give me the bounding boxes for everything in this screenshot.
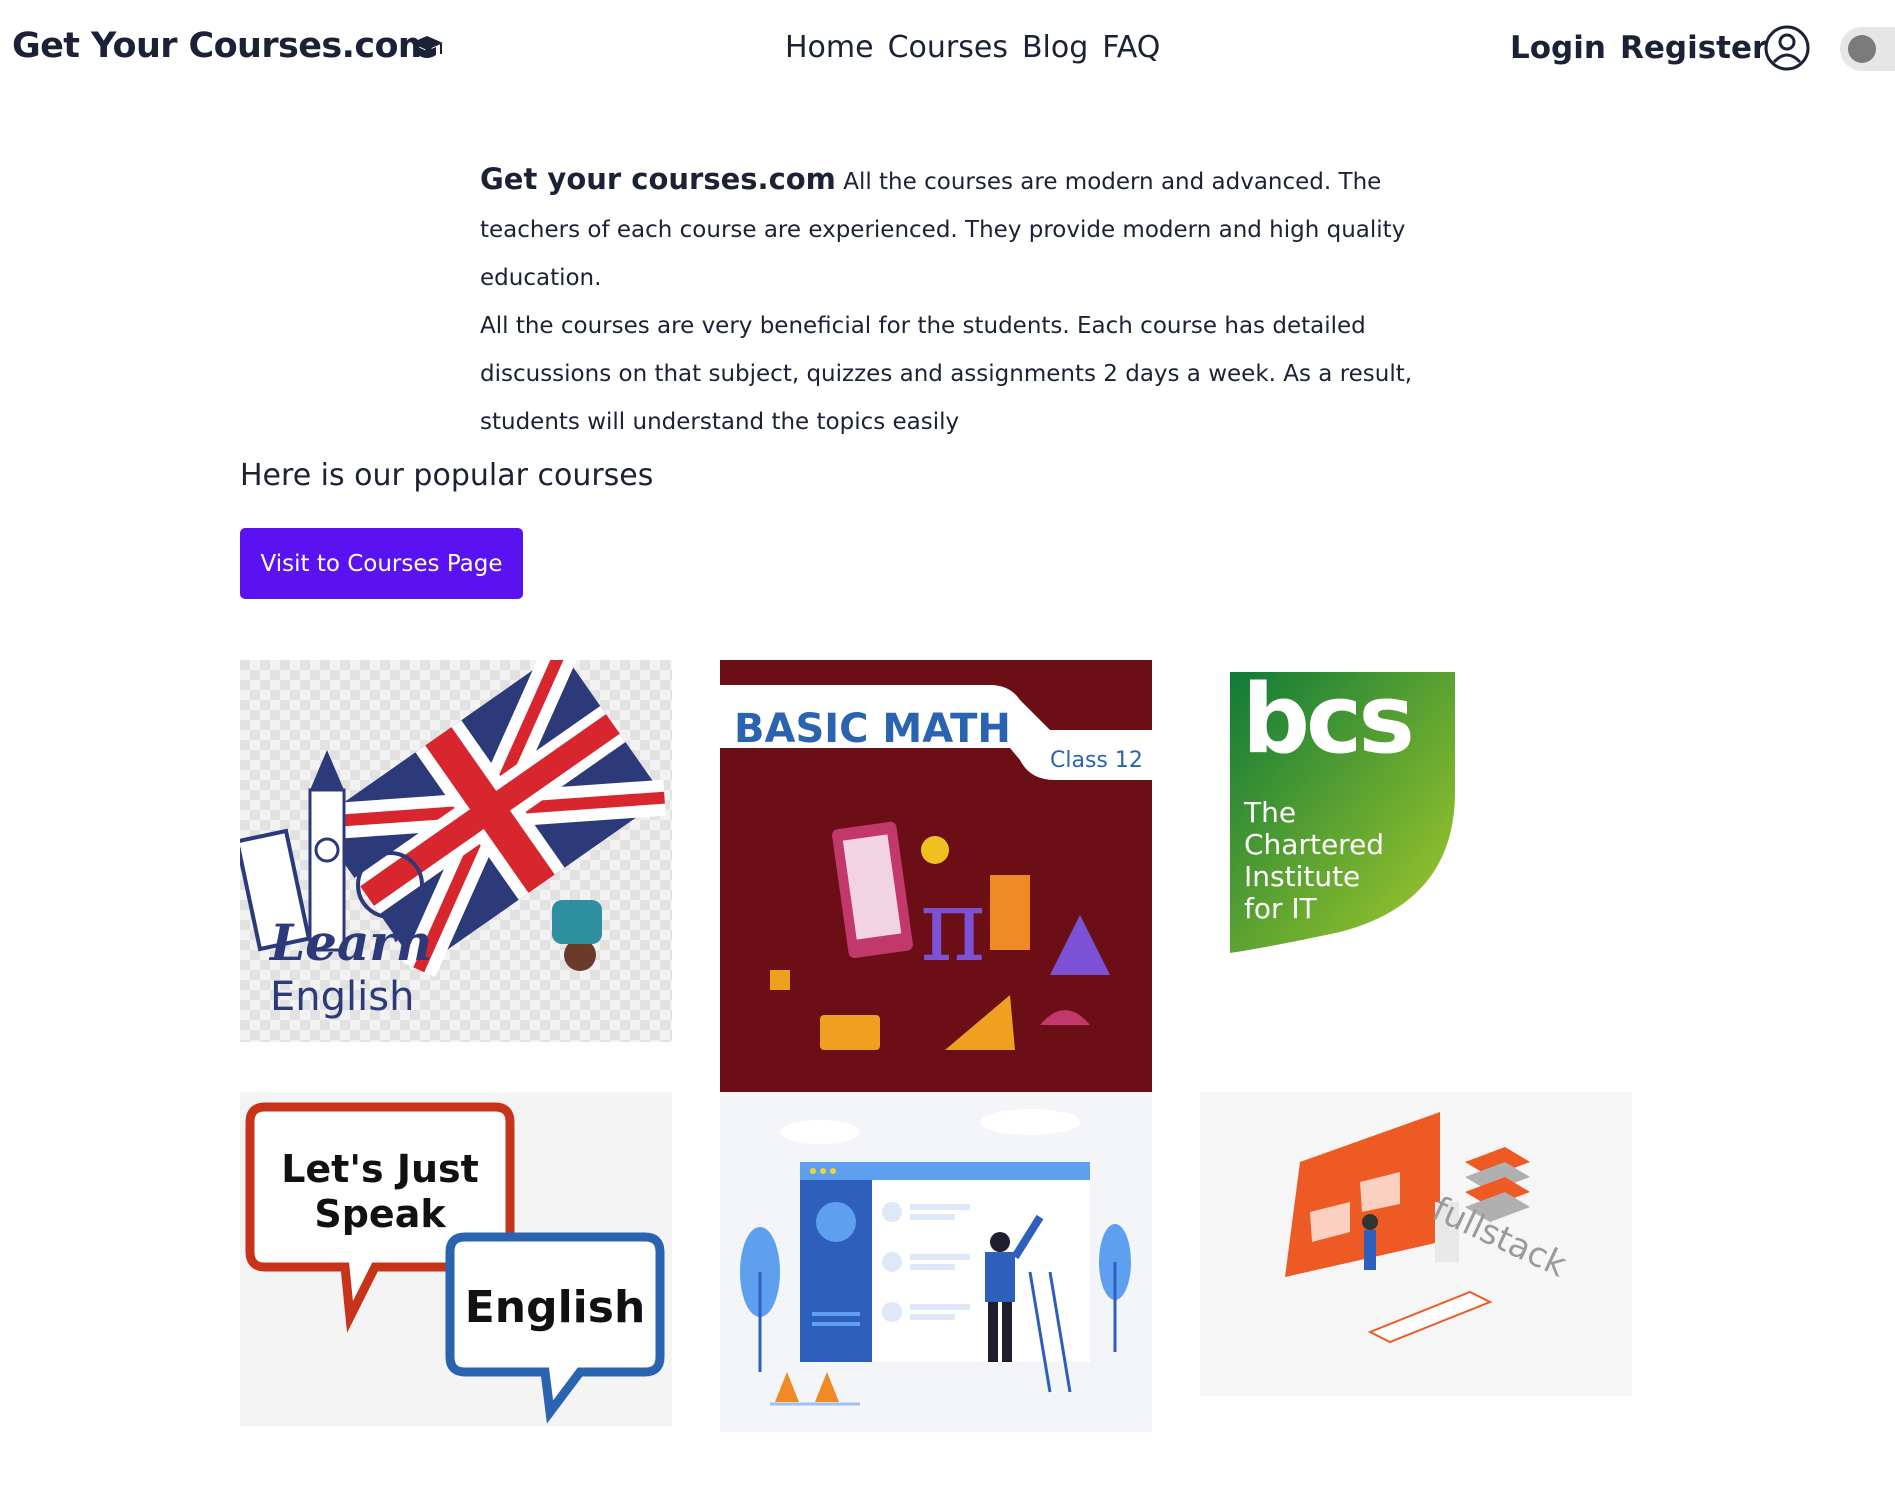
visit-courses-button[interactable]: Visit to Courses Page (240, 528, 523, 599)
toggle-knob (1848, 35, 1876, 63)
intro-text-2: All the courses are very beneficial for … (480, 313, 1413, 435)
pi-symbol: π (920, 867, 986, 984)
user-circle-icon[interactable] (1763, 24, 1811, 72)
nav-courses[interactable]: Courses (888, 30, 1008, 65)
graduation-cap-icon (410, 32, 444, 66)
login-link[interactable]: Login (1510, 30, 1606, 66)
math-image-title: BASIC MATH (734, 706, 1011, 752)
nav-faq[interactable]: FAQ (1102, 30, 1160, 65)
bcs-line-3: Institute (1244, 860, 1360, 893)
course-card-web-design[interactable] (720, 1092, 1152, 1432)
intro-text: Get your courses.com All the courses are… (480, 155, 1430, 446)
bcs-line-4: for IT (1244, 892, 1318, 925)
course-card-speak-english[interactable]: Let's Just Speak English (240, 1092, 672, 1426)
learn-image-label: Learn (268, 913, 432, 972)
bcs-logo-text: bcs (1242, 672, 1411, 775)
course-card-bcs[interactable]: bcs The Chartered Institute for IT (1230, 672, 1455, 953)
bubble-1-line-2: Speak (314, 1192, 446, 1236)
course-card-learn-english[interactable]: Learn English (240, 660, 672, 1042)
course-card-fullstack[interactable]: fullstack (1200, 1092, 1632, 1396)
math-image-sub: Class 12 (1050, 748, 1143, 773)
nav-home[interactable]: Home (785, 30, 874, 65)
popular-heading: Here is our popular courses (240, 458, 654, 493)
main-nav: Home Courses Blog FAQ (785, 30, 1160, 65)
bubble-1-line-1: Let's Just (281, 1147, 479, 1191)
bcs-line-2: Chartered (1244, 828, 1384, 861)
bcs-line-1: The (1243, 796, 1296, 829)
bubble-2-label: English (465, 1282, 646, 1333)
nav-blog[interactable]: Blog (1022, 30, 1088, 65)
intro-brand: Get your courses.com (480, 162, 836, 196)
site-brand[interactable]: Get Your Courses.com (12, 26, 434, 66)
english-image-label: English (270, 974, 414, 1020)
theme-toggle[interactable] (1840, 27, 1895, 71)
register-link[interactable]: Register (1620, 30, 1767, 66)
course-card-basic-math[interactable]: BASIC MATH Class 12 π (720, 660, 1152, 1092)
